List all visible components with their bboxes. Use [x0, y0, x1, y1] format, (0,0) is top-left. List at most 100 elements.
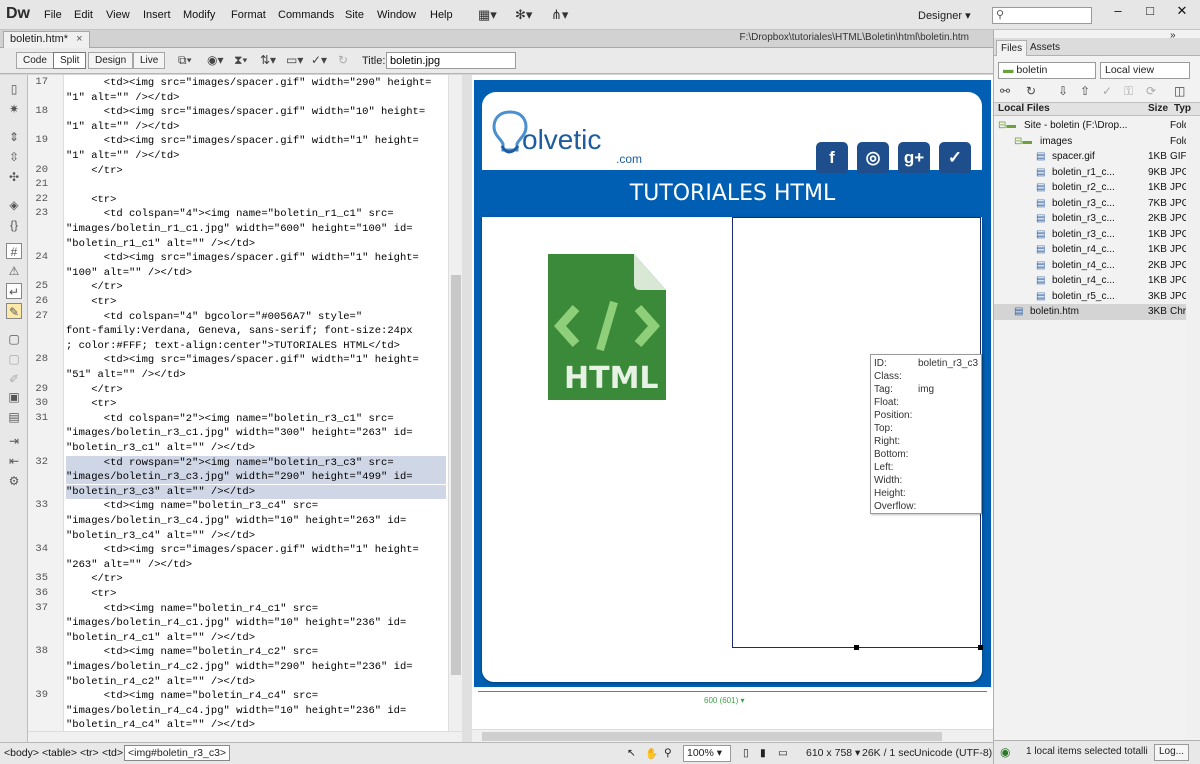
col-size[interactable]: Size	[1148, 103, 1168, 114]
code-line[interactable]: "1" alt="" /></td>	[66, 91, 179, 105]
preview-browser-icon[interactable]: ◉▾	[207, 53, 224, 67]
code-line[interactable]: <td colspan="4"><img name="boletin_r1_c1…	[66, 207, 394, 221]
expand-panel-icon[interactable]: ◫	[1174, 84, 1185, 98]
header-image[interactable]: olvetic .com f ◎ g+ ✓	[482, 92, 982, 174]
log-button[interactable]: Log...	[1154, 744, 1190, 761]
connect-icon[interactable]: ⚯	[1000, 84, 1010, 98]
code-line[interactable]: <td colspan="2"><img name="boletin_r3_c1…	[66, 412, 394, 426]
title-input[interactable]	[386, 52, 516, 69]
tag-selector-table[interactable]: <table>	[42, 747, 77, 759]
show-code-navigator-icon[interactable]: ✷	[6, 101, 22, 117]
tab-files[interactable]: Files	[996, 40, 1028, 56]
layout-icon[interactable]: ▦▾	[478, 7, 497, 23]
code-line[interactable]: "boletin_r4_c4" alt="" /></td>	[66, 718, 255, 731]
code-line[interactable]: "images/boletin_r3_c4.jpg" width="10" he…	[66, 514, 406, 528]
format-source-icon[interactable]: ⚙	[6, 473, 22, 489]
zoom-tool-icon[interactable]: ⚲	[664, 747, 672, 759]
facebook-icon[interactable]: f	[816, 142, 848, 174]
menu-edit[interactable]: Edit	[74, 9, 93, 21]
files-scrollbar[interactable]	[1186, 118, 1200, 738]
site-icon[interactable]: ⋔▾	[551, 7, 568, 23]
file-row[interactable]: ▤ boletin_r4_c... 1KBJPG I	[994, 242, 1200, 258]
code-line[interactable]: "1" alt="" /></td>	[66, 149, 179, 163]
google-plus-icon[interactable]: g+	[898, 142, 930, 174]
tag-selector-tr[interactable]: <tr>	[80, 747, 99, 759]
balance-braces-icon[interactable]: {}	[6, 217, 22, 233]
multiscreen-icon[interactable]: ⧉▾	[178, 53, 192, 68]
menu-view[interactable]: View	[106, 9, 130, 21]
view-select[interactable]: Local view	[1100, 62, 1190, 79]
code-line[interactable]: <tr>	[66, 295, 116, 309]
desktop-size-icon[interactable]: ▭	[778, 747, 788, 759]
instagram-icon[interactable]: ◎	[857, 142, 889, 174]
search-input[interactable]: ⚲	[992, 7, 1092, 24]
file-row[interactable]: ▤ boletin_r1_c... 9KBJPG I	[994, 165, 1200, 181]
word-wrap-icon[interactable]: ↵	[6, 283, 22, 299]
code-line[interactable]: <td><img src="images/spacer.gif" width="…	[66, 134, 419, 148]
table-width-label[interactable]: 600 (601) ▾	[704, 696, 744, 705]
code-line[interactable]: "images/boletin_r3_c3.jpg" width="290" h…	[66, 470, 446, 485]
menu-window[interactable]: Window	[377, 9, 416, 21]
outdent-code-icon[interactable]: ⇤	[6, 453, 22, 469]
file-row[interactable]: ⊟▬ images Folde	[994, 134, 1200, 150]
expand-all-icon[interactable]: ✣	[6, 169, 22, 185]
code-line[interactable]: <td><img src="images/spacer.gif" width="…	[66, 353, 419, 367]
code-line[interactable]: <td><img name="boletin_r4_c4" src=	[66, 689, 318, 703]
live-view-button[interactable]: Live	[133, 52, 166, 69]
hand-tool-icon[interactable]: ✋	[645, 747, 658, 760]
code-line[interactable]: <td><img src="images/spacer.gif" width="…	[66, 251, 419, 265]
document-tab[interactable]: boletin.htm* ×	[3, 31, 90, 48]
check-out-icon[interactable]: ✓	[1102, 84, 1112, 98]
wrap-tag-icon[interactable]: ✐	[6, 371, 22, 387]
code-line[interactable]: </tr>	[66, 280, 123, 294]
menu-modify[interactable]: Modify	[183, 9, 215, 21]
code-line[interactable]: "boletin_r1_c1" alt="" /></td>	[66, 237, 255, 251]
code-line[interactable]: "263" alt="" /></td>	[66, 558, 192, 572]
code-line[interactable]: "images/boletin_r4_c2.jpg" width="290" h…	[66, 660, 413, 674]
refresh-files-icon[interactable]: ↻	[1026, 84, 1036, 98]
design-view-button[interactable]: Design	[88, 52, 134, 69]
split-view-button[interactable]: Split	[53, 52, 87, 69]
close-window-button[interactable]: ✕	[1170, 2, 1194, 20]
site-select[interactable]: ▬ boletin	[998, 62, 1096, 79]
code-line[interactable]: <td colspan="4" bgcolor="#0056A7" style=…	[66, 310, 362, 324]
tag-selector-img[interactable]: <img#boletin_r3_c3>	[124, 745, 231, 761]
tutoriales-banner[interactable]: TUTORIALES HTML	[474, 173, 991, 214]
code-line[interactable]: <td><img src="images/spacer.gif" width="…	[66, 543, 419, 557]
open-documents-icon[interactable]: ▯	[6, 81, 22, 97]
split-divider[interactable]	[462, 75, 472, 743]
code-line[interactable]: "boletin_r4_c2" alt="" /></td>	[66, 675, 255, 689]
menu-file[interactable]: File	[44, 9, 62, 21]
menu-format[interactable]: Format	[231, 9, 266, 21]
code-line[interactable]: <td><img src="images/spacer.gif" width="…	[66, 76, 432, 90]
code-line[interactable]: "boletin_r3_c4" alt="" /></td>	[66, 529, 255, 543]
resize-handle-bottom[interactable]	[854, 645, 859, 650]
code-vertical-scrollbar[interactable]	[448, 75, 462, 731]
code-line[interactable]: "images/boletin_r4_c1.jpg" width="10" he…	[66, 616, 406, 630]
remove-comment-icon[interactable]: ▢	[6, 351, 22, 367]
code-line[interactable]: font-family:Verdana, Geneva, sans-serif;…	[66, 324, 413, 338]
get-files-icon[interactable]: ⇩	[1058, 84, 1068, 98]
syntax-error-icon[interactable]: ✎	[6, 303, 22, 319]
zoom-select[interactable]: 100% ▾	[683, 745, 731, 762]
tab-assets[interactable]: Assets	[1026, 40, 1064, 56]
check-in-icon[interactable]: ⚿	[1124, 84, 1133, 99]
collapse-tag-icon[interactable]: ⇕	[6, 129, 22, 145]
menu-site[interactable]: Site	[345, 9, 364, 21]
move-css-icon[interactable]: ▤	[6, 409, 22, 425]
code-line[interactable]: "images/boletin_r3_c1.jpg" width="300" h…	[66, 426, 413, 440]
phone-size-icon[interactable]: ▯	[743, 747, 749, 759]
file-row[interactable]: ▤ spacer.gif 1KBGIF I	[994, 149, 1200, 165]
tablet-size-icon[interactable]: ▮	[760, 747, 766, 759]
code-line[interactable]: "51" alt="" /></td>	[66, 368, 186, 382]
maximize-button[interactable]: □	[1138, 2, 1162, 20]
col-type[interactable]: Typ	[1174, 103, 1191, 114]
code-line[interactable]: <td><img name="boletin_r4_c1" src=	[66, 602, 318, 616]
file-row[interactable]: ▤ boletin_r5_c... 3KBJPG I	[994, 289, 1200, 305]
select-tool-icon[interactable]: ↖	[627, 747, 636, 759]
file-row[interactable]: ▤ boletin.htm 3KBChro	[994, 304, 1200, 320]
code-view-button[interactable]: Code	[16, 52, 54, 69]
tag-selector-body[interactable]: <body>	[4, 747, 39, 759]
col-local-files[interactable]: Local Files	[998, 103, 1050, 114]
visual-aids-icon[interactable]: ▭▾	[286, 53, 303, 67]
